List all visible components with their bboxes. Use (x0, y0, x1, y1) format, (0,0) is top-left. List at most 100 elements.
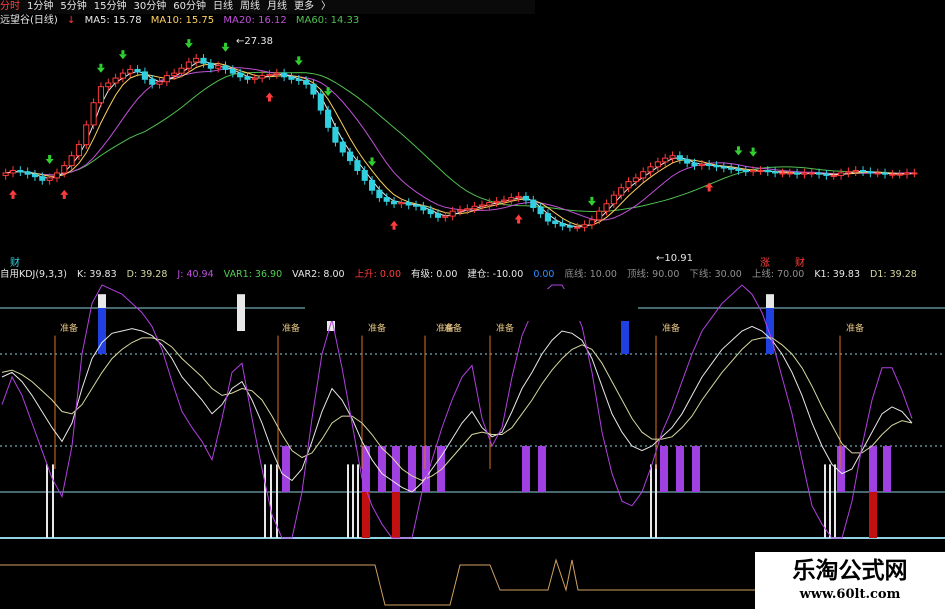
candle-body (163, 75, 170, 83)
kdj-jiancang: 建仓: -10.00 (467, 269, 524, 280)
white-tick-bar (264, 464, 266, 538)
candle-body (574, 226, 581, 229)
candle-body (544, 213, 552, 222)
purple-signal-bar (538, 446, 546, 492)
candle-body (537, 206, 544, 215)
buy-arrow-icon (60, 189, 69, 195)
candle-body (156, 81, 163, 85)
candle-body (816, 172, 823, 175)
white-tick-bar (834, 464, 836, 538)
candle-body (434, 213, 442, 218)
kdj-k: K: 39.83 (76, 269, 117, 280)
sell-arrow-icon (221, 46, 230, 52)
candle-body (808, 172, 815, 175)
candle-body (420, 205, 427, 211)
kdj-header: 自用KDJ(9,3,3) K: 39.83 D: 39.28 J: 40.94 … (0, 268, 924, 282)
white-tick-bar (270, 464, 272, 538)
watermark: 乐淘公式网 www.60lt.com (755, 552, 945, 609)
white-tick-bar (650, 464, 652, 538)
candle-body (801, 172, 808, 175)
candle-body (229, 68, 236, 74)
purple-signal-bar (837, 446, 845, 492)
candle-body (273, 72, 280, 75)
price-panel-shade (535, 0, 945, 140)
marker-label: 准备 (846, 322, 864, 334)
candle-body (317, 93, 324, 111)
candle-body (193, 57, 200, 63)
buy-arrow-icon (392, 225, 396, 230)
candle-body (852, 169, 859, 173)
candle-body (266, 73, 273, 77)
candle-body (24, 171, 31, 175)
candle-body (46, 177, 53, 181)
candle-body (361, 169, 368, 181)
candle-body (134, 68, 141, 73)
kdj-dixian: 底线: 10.00 (564, 269, 617, 280)
purple-signal-bar (522, 446, 530, 492)
sell-arrow-icon (751, 147, 755, 152)
candle-body (823, 173, 830, 176)
candle-body (881, 172, 889, 175)
marker-label: 准备 (496, 322, 514, 334)
candle-body (588, 219, 595, 226)
purple-signal-bar (282, 446, 290, 492)
candle-body (295, 78, 302, 82)
candle-body (903, 172, 911, 175)
candle-body (522, 195, 530, 201)
sell-arrow-icon (368, 161, 377, 167)
sell-arrow-icon (184, 43, 193, 49)
candle-body (859, 169, 867, 173)
kdj-xiaxian: 下线: 30.00 (689, 269, 742, 280)
sell-arrow-icon (294, 60, 303, 66)
candle-body (779, 172, 786, 175)
purple-signal-bar (692, 446, 700, 492)
sell-arrow-icon (48, 154, 52, 159)
kdj-j: J: 40.94 (177, 269, 214, 280)
candle-body (83, 124, 90, 146)
sell-arrow-icon (736, 146, 740, 151)
buy-arrow-icon (62, 194, 66, 199)
white-tick-bar (357, 464, 359, 538)
kdj-shangsheng: 上升: 0.00 (354, 269, 401, 280)
sell-arrow-icon (187, 39, 191, 44)
candle-body (662, 157, 669, 163)
marker-label: 准备 (444, 322, 462, 334)
candle-body (251, 77, 258, 80)
sell-arrow-icon (96, 67, 105, 73)
candle-body (618, 187, 625, 196)
candle-body (398, 202, 405, 205)
watermark-title: 乐淘公式网 (792, 557, 908, 584)
sell-arrow-icon (99, 63, 103, 68)
sell-arrow-icon (297, 56, 301, 61)
candle-body (720, 166, 727, 169)
candle-body (610, 194, 617, 205)
marker-label: 准备 (368, 322, 386, 334)
white-top-bar (237, 294, 245, 331)
candle-body (390, 200, 398, 205)
white-tick-bar (46, 464, 48, 538)
candle-body (354, 160, 361, 171)
candle-body (837, 172, 845, 176)
candle-body (684, 158, 691, 164)
candle-body (713, 165, 720, 168)
candle-body (896, 173, 903, 176)
sell-arrow-icon (734, 150, 743, 156)
sell-arrow-icon (224, 42, 228, 47)
candle-body (119, 72, 126, 79)
candle-body (281, 72, 288, 78)
candle-body (530, 199, 537, 208)
candle-body (9, 169, 17, 174)
kdj-j-line (1, 284, 913, 539)
candle-body (830, 174, 837, 177)
candle-body (215, 65, 222, 69)
sell-arrow-icon (590, 196, 594, 201)
buy-arrow-icon (267, 97, 271, 102)
candle-body (596, 210, 603, 221)
candle-body (581, 224, 588, 228)
red-signal-bar (392, 492, 400, 538)
candle-body (845, 171, 852, 174)
red-signal-bar (362, 492, 370, 538)
sell-arrow-icon (45, 158, 54, 164)
kdj-d: D: 39.28 (126, 269, 168, 280)
candle-body (97, 86, 104, 104)
